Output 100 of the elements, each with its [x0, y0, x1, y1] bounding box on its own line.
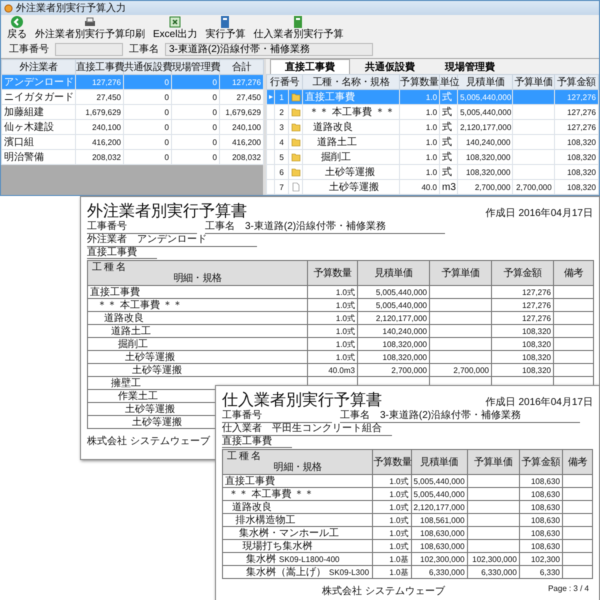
column-header: 見積単価: [458, 74, 513, 90]
column-header: 現場管理費: [172, 60, 220, 74]
report-title: 仕入業者別実行予算書: [222, 390, 382, 410]
table-cell: 1.0式: [389, 490, 408, 498]
row-number: 4: [274, 134, 289, 150]
table-cell: 2,700,000: [458, 180, 513, 194]
table-cell: 108,630,000: [420, 528, 465, 538]
toolbar-button[interactable]: 外注業者別実行予算印刷: [32, 15, 148, 40]
toolbar-button[interactable]: 仕入業者別実行予算: [250, 15, 346, 40]
column-header: 工 種 名: [91, 262, 127, 273]
item-name: 直接工事費: [225, 476, 275, 486]
app-icon: [4, 4, 13, 12]
table-cell: 5,005,440,000: [458, 104, 513, 120]
table-cell: m3: [440, 180, 458, 194]
column-header: 工種・名称・規格: [302, 74, 400, 90]
table-cell: 102,300,000: [472, 554, 517, 564]
table-cell: 1.0: [399, 120, 440, 134]
table-cell: 108,630: [530, 502, 560, 512]
column-header: 予算単価: [430, 260, 492, 286]
table-row[interactable]: 加藤組建 1,679,629 0 0 1,679,629: [2, 104, 264, 120]
table-cell: 108,320: [522, 326, 551, 336]
table-cell: 道路土工: [302, 134, 400, 150]
table-cell: 2,700,000: [453, 366, 489, 374]
table-row[interactable]: 明治警備 208,032 0 0 208,032: [2, 150, 264, 164]
table-cell: 108,320,000: [458, 164, 513, 180]
table-cell: 0: [124, 134, 172, 150]
item-name: 土砂等運搬: [132, 364, 182, 376]
item-name: 道路土工: [111, 326, 151, 336]
table-row[interactable]: 4 道路土工 1.0 式 140,240,000 108,320: [266, 134, 598, 150]
table-cell: 127,276: [522, 314, 551, 322]
toolbar-button[interactable]: 戻る: [4, 15, 30, 40]
folder-icon: [290, 137, 301, 147]
table-cell: 40.0m3: [328, 366, 355, 374]
column-header: 予算金額: [519, 450, 562, 474]
column-header: 明細・規格: [272, 462, 323, 473]
table-row[interactable]: 7 土砂等運搬 40.0 m3 2,700,000 2,700,000 108,320: [266, 180, 598, 194]
table-cell: 27,450: [76, 90, 124, 104]
field-label: 工事番号: [222, 410, 262, 422]
folder-icon: [290, 107, 301, 117]
table-row[interactable]: ニイガタガード 27,450 0 0 27,450: [2, 90, 264, 104]
item-name: 道路改良: [232, 502, 272, 512]
table-cell: 6,330: [540, 568, 560, 576]
toolbar-button[interactable]: Excel出力: [150, 15, 200, 40]
table-cell: 加藤組建: [2, 104, 76, 120]
table-row[interactable]: 5 掘削工 1.0 式 108,320,000 108,320: [266, 150, 598, 164]
item-name: 掘削工: [118, 338, 148, 350]
item-name: 集水桝・マンホール工: [239, 528, 339, 538]
item-name: 集水桝: [246, 554, 276, 564]
table-cell: 2,700,000: [516, 182, 552, 192]
column-header: 予算金額: [554, 74, 598, 90]
table-cell: 1.0式: [389, 528, 408, 538]
table-cell: 濱口組: [2, 134, 76, 150]
column-header: 見積単価: [411, 450, 468, 474]
table-cell: ニイガタガード: [2, 90, 76, 104]
field-label: 工事名: [205, 221, 235, 233]
item-name: 土砂等運搬: [132, 416, 182, 428]
column-header: 予算単価: [467, 450, 520, 474]
printer-icon: [83, 15, 97, 29]
input-field[interactable]: 3-東道路(2)沿線付帯・補修業務: [165, 42, 373, 56]
table-cell: 102,300,000: [420, 554, 465, 564]
table-cell: 0: [124, 104, 172, 120]
table-row[interactable]: 2 ＊＊ 本工事費 ＊＊ 1.0 式 5,005,440,000 127,276: [266, 104, 598, 120]
folder-icon: [290, 122, 301, 132]
table-row[interactable]: 濱口組 416,200 0 0 416,200: [2, 134, 264, 150]
table-cell: 0: [124, 90, 172, 104]
table-cell: 仙ヶ木建設: [2, 120, 76, 134]
field-value: 3-東道路(2)沿線付帯・補修業務: [245, 221, 386, 233]
table-cell: 0: [172, 120, 220, 134]
table-cell: 127,276: [554, 104, 598, 120]
table-cell: 2,120,177,000: [458, 120, 513, 134]
table-row[interactable]: 仙ヶ木建設 240,100 0 0 240,100: [2, 120, 264, 134]
table-row[interactable]: 6 土砂等運搬 1.0 式 108,320,000 108,320: [266, 164, 598, 180]
table-cell: 6,330,000: [429, 568, 465, 576]
table-cell: 416,200: [220, 134, 264, 150]
table-cell: 108,320,000: [458, 150, 513, 164]
field-label: 工事番号: [9, 42, 49, 56]
table-cell: 240,100: [220, 120, 264, 134]
report-date: 作成日 2016年04月17日: [486, 206, 593, 220]
tab[interactable]: 直接工事費: [270, 59, 350, 74]
table-cell: 道路改良: [302, 120, 400, 134]
table-cell: 1.0式: [336, 340, 355, 348]
table-cell: 108,630: [530, 542, 560, 550]
table-cell: ＊＊ 本工事費 ＊＊: [302, 104, 400, 120]
table-row[interactable]: 3 道路改良 1.0 式 2,120,177,000 127,276: [266, 120, 598, 134]
input-field[interactable]: [55, 42, 123, 56]
table-cell: 1.0式: [389, 516, 408, 524]
table-cell: 5,005,440,000: [458, 90, 513, 104]
table-cell: 1.0基: [389, 554, 408, 564]
field-value: 平田生コンクリート組合: [272, 423, 382, 435]
table-cell: 108,320: [522, 340, 551, 348]
column-header: 予算金額: [492, 260, 554, 286]
table-cell: 0: [124, 74, 172, 90]
table-cell: 式: [440, 120, 458, 134]
table-cell: 5,005,440,000: [414, 490, 465, 498]
table-cell: 直接工事費: [302, 90, 400, 104]
table-cell: 0: [172, 150, 220, 164]
toolbar-button[interactable]: 実行予算: [202, 15, 248, 40]
table-cell: 108,630: [530, 476, 560, 486]
column-header: 行番号: [266, 74, 303, 90]
row-number: 2: [274, 104, 289, 120]
